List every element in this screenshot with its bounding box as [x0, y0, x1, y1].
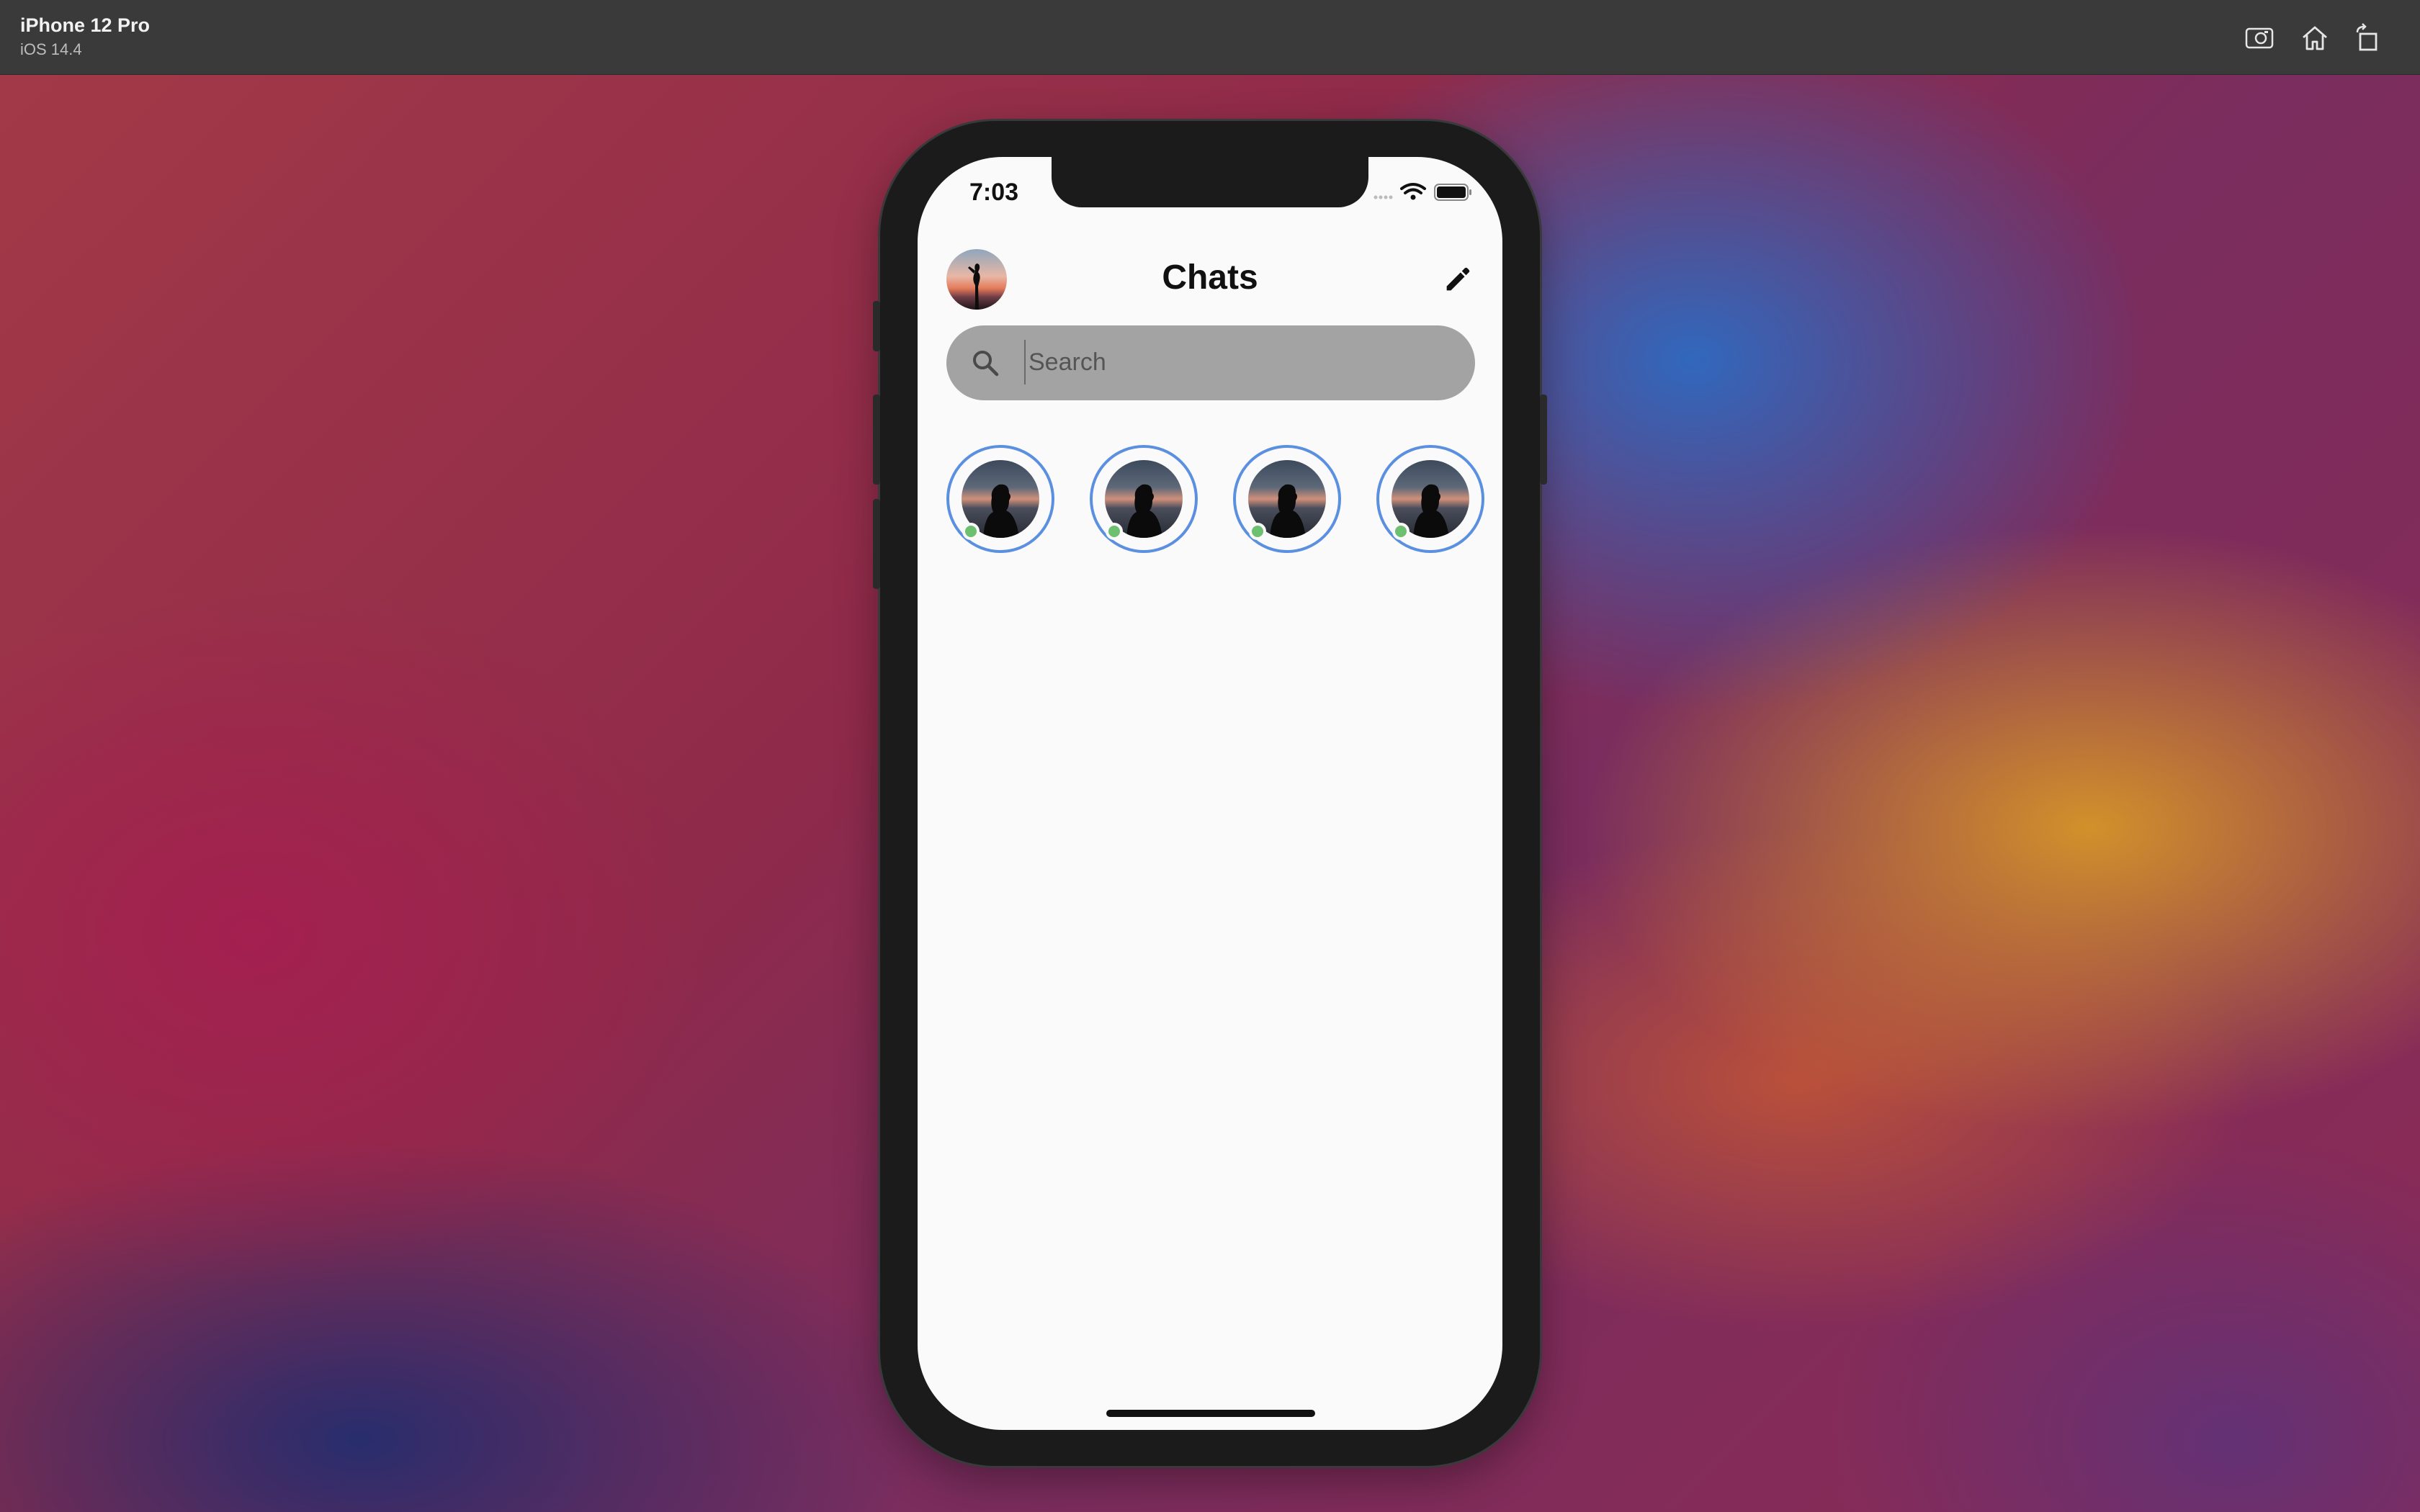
online-indicator — [1249, 523, 1266, 540]
phone-frame: 7:03 Chats Search — [873, 121, 1547, 1466]
active-user-story[interactable] — [1376, 445, 1484, 553]
mute-switch — [873, 301, 880, 351]
online-indicator — [1392, 523, 1410, 540]
status-icons — [1373, 183, 1471, 201]
wifi-icon — [1400, 183, 1426, 200]
home-indicator[interactable] — [1106, 1410, 1315, 1417]
search-input[interactable] — [1024, 340, 1462, 384]
status-time: 7:03 — [969, 179, 1019, 206]
volume-down-button — [873, 499, 880, 589]
rotate-button[interactable] — [2349, 20, 2385, 56]
online-indicator — [1106, 523, 1123, 540]
compose-button[interactable] — [1436, 258, 1479, 301]
camera-icon — [2245, 27, 2274, 49]
phone-screen: 7:03 Chats Search — [918, 157, 1502, 1430]
rotate-icon — [2356, 23, 2378, 51]
page-title: Chats — [1162, 258, 1258, 297]
active-user-story[interactable] — [1090, 445, 1198, 553]
active-user-story[interactable] — [946, 445, 1054, 553]
online-indicator — [962, 523, 980, 540]
screenshot-button[interactable] — [2241, 20, 2277, 56]
volume-up-button — [873, 395, 880, 485]
signal-icon — [1373, 195, 1393, 199]
search-bar[interactable] — [946, 325, 1475, 400]
device-name: iPhone 12 Pro — [20, 14, 151, 36]
simulator-toolbar: iPhone 12 Pro iOS 14.4 — [0, 0, 2420, 75]
search-icon — [973, 351, 999, 377]
notch — [1052, 157, 1368, 207]
home-icon — [2303, 26, 2327, 50]
active-users-row — [946, 445, 1502, 560]
battery-icon — [1434, 184, 1471, 201]
power-button — [1540, 395, 1547, 485]
active-user-story[interactable] — [1233, 445, 1341, 553]
pencil-icon — [1446, 267, 1470, 291]
os-version: iOS 14.4 — [20, 40, 82, 58]
home-button[interactable] — [2297, 20, 2333, 56]
